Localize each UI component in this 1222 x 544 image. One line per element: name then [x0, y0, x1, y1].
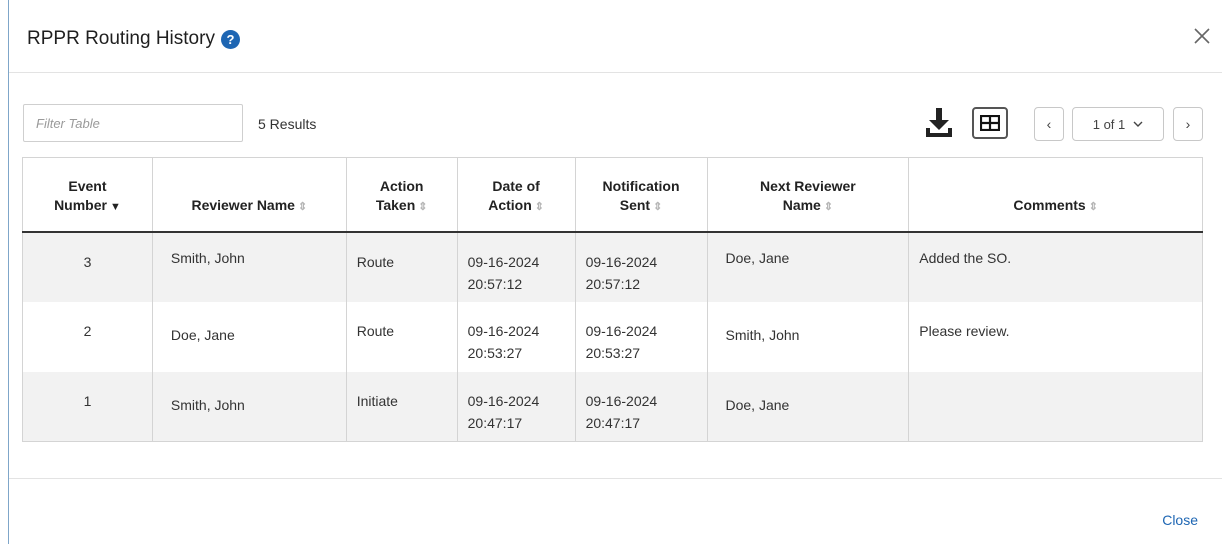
cell-notification-sent: 09-16-2024 20:47:17	[574, 371, 707, 442]
footer-divider	[9, 478, 1222, 479]
cell-comments: Added the SO.	[908, 231, 1203, 302]
page-select[interactable]: 1 of 1	[1072, 107, 1164, 141]
cell-action-taken: Initiate	[345, 371, 458, 442]
chevron-down-icon	[1133, 121, 1143, 127]
modal-title-text: RPPR Routing History	[27, 28, 215, 49]
sort-icon: ⇕	[418, 200, 428, 213]
routing-history-table: Event Number ▼ Reviewer Name ⇕ Action Take…	[22, 157, 1203, 442]
column-header-notification-sent[interactable]: Notification Sent ⇕	[574, 157, 707, 233]
chevron-right-icon: ›	[1185, 116, 1191, 132]
cell-reviewer-name: Doe, Jane	[151, 301, 347, 372]
cell-reviewer-name: Smith, John	[151, 371, 347, 442]
next-page-button[interactable]: ›	[1173, 107, 1203, 141]
page-select-label: 1 of 1	[1092, 116, 1126, 132]
download-icon[interactable]	[924, 106, 954, 140]
modal-title: RPPR Routing History ?	[27, 28, 240, 50]
cell-next-reviewer-name: Doe, Jane	[706, 231, 909, 302]
column-header-next-reviewer-name[interactable]: Next Reviewer Name ⇕	[706, 157, 909, 233]
previous-page-button[interactable]: ‹	[1034, 107, 1064, 141]
sort-icon: ⇕	[823, 200, 834, 213]
cell-reviewer-name: Smith, John	[151, 231, 347, 302]
column-header-event-number[interactable]: Event Number ▼	[22, 157, 153, 233]
table-row: 1 Smith, John Initiate 09-16-2024 20:47:1…	[22, 371, 1203, 442]
table-header-row: Event Number ▼ Reviewer Name ⇕ Action Take…	[22, 157, 1203, 233]
sort-icon: ⇕	[1088, 200, 1098, 213]
filter-table-input[interactable]	[23, 104, 243, 142]
cell-date-of-action: 09-16-2024 20:57:12	[456, 231, 576, 302]
cell-action-taken: Route	[345, 301, 458, 372]
table-row: 3 Smith, John Route 09-16-2024 20:57:12 0…	[22, 231, 1203, 302]
column-header-action-taken[interactable]: Action Taken ⇕	[345, 157, 458, 233]
close-icon[interactable]	[1190, 24, 1214, 48]
close-button[interactable]: Close	[1162, 512, 1198, 528]
routing-history-modal: RPPR Routing History ? 5 Results ‹ 1 of …	[0, 0, 1222, 544]
cell-date-of-action: 09-16-2024 20:53:27	[456, 301, 576, 372]
cell-comments: Please review.	[908, 301, 1203, 372]
modal-left-border	[8, 0, 9, 544]
cell-event-number: 3	[22, 231, 153, 302]
table-row: 2 Doe, Jane Route 09-16-2024 20:53:27 09-…	[22, 301, 1203, 372]
cell-notification-sent: 09-16-2024 20:53:27	[574, 301, 707, 372]
cell-date-of-action: 09-16-2024 20:47:17	[456, 371, 576, 442]
sort-descending-icon: ▼	[109, 200, 121, 213]
cell-event-number: 1	[22, 371, 153, 442]
cell-comments	[908, 371, 1203, 442]
results-count: 5 Results	[258, 116, 317, 132]
table-grid-icon[interactable]	[972, 107, 1008, 139]
modal-header: RPPR Routing History ?	[9, 0, 1222, 73]
cell-next-reviewer-name: Smith, John	[706, 301, 909, 372]
cell-notification-sent: 09-16-2024 20:57:12	[574, 231, 707, 302]
sort-icon: ⇕	[534, 200, 544, 213]
cell-next-reviewer-name: Doe, Jane	[706, 371, 909, 442]
column-header-comments[interactable]: Comments ⇕	[908, 157, 1203, 233]
cell-event-number: 2	[22, 301, 153, 372]
question-circle-icon[interactable]: ?	[220, 29, 240, 49]
sort-icon: ⇕	[653, 200, 663, 213]
cell-action-taken: Route	[345, 231, 458, 302]
column-header-date-of-action[interactable]: Date of Action ⇕	[456, 157, 576, 233]
sort-icon: ⇕	[297, 200, 308, 213]
chevron-left-icon: ‹	[1046, 116, 1052, 132]
column-header-reviewer-name[interactable]: Reviewer Name ⇕	[151, 157, 347, 233]
